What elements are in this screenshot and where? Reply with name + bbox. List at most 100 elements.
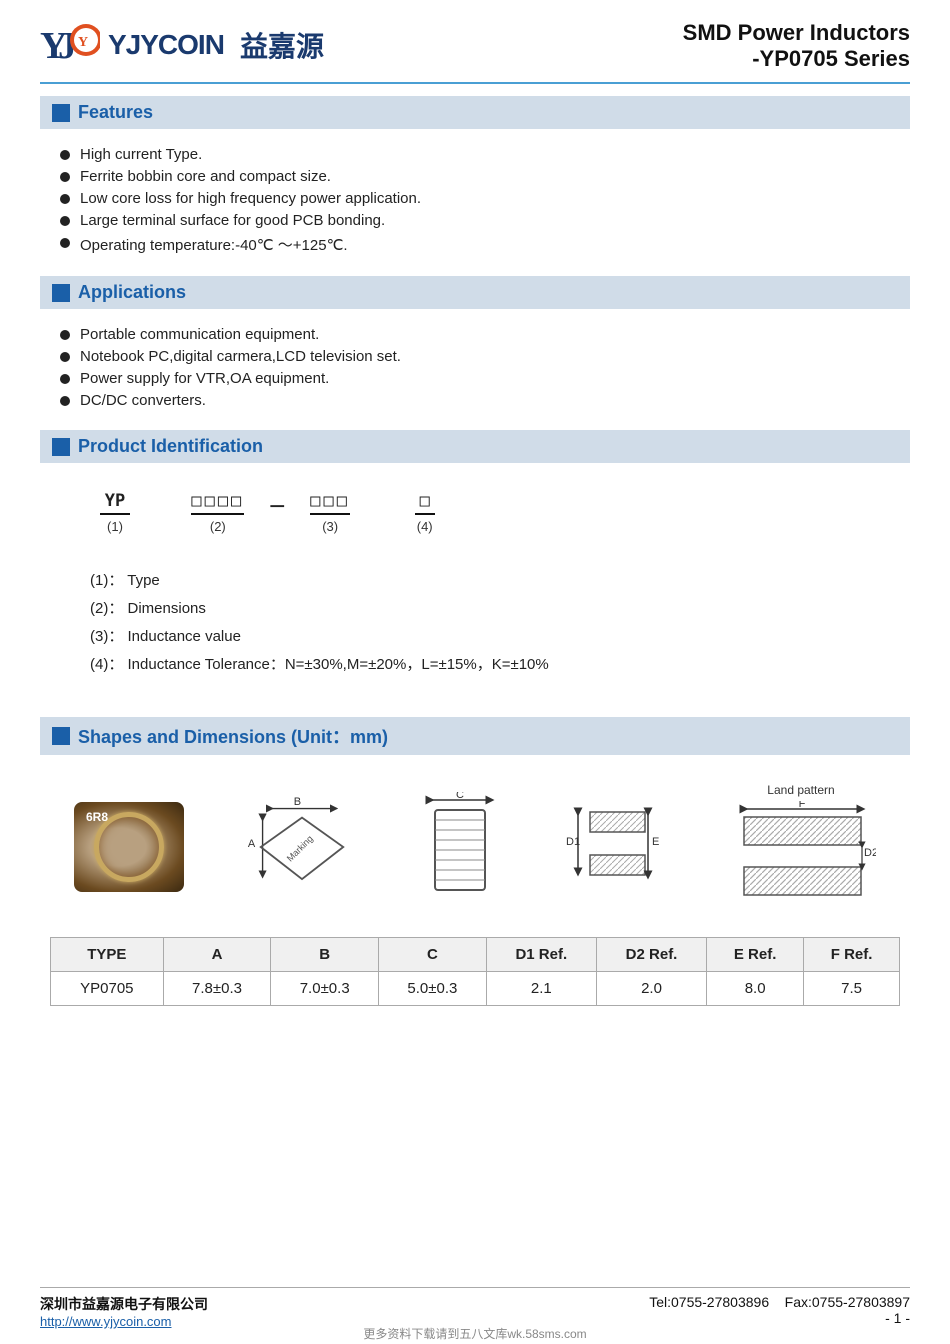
col-header-f: F Ref. [804, 938, 900, 972]
features-icon [52, 104, 70, 122]
dimensions-table: TYPE A B C D1 Ref. D2 Ref. E Ref. F Ref.… [50, 937, 900, 1006]
col-header-d2: D2 Ref. [596, 938, 706, 972]
list-item: High current Type. [60, 146, 910, 163]
footer-page: - 1 - [649, 1310, 910, 1326]
sub-title: -YP0705 Series [683, 46, 910, 72]
list-item: Low core loss for high frequency power a… [60, 190, 910, 207]
cell-a: 7.8±0.3 [163, 972, 271, 1006]
c-shape-svg: C [420, 792, 500, 902]
bullet-dot [60, 238, 70, 248]
shapes-section-header: Shapes and Dimensions (Unit：mm) [40, 717, 910, 755]
col-header-c: C [379, 938, 487, 972]
land-pattern-svg: F D2 [726, 801, 876, 911]
col-header-d1: D1 Ref. [486, 938, 596, 972]
code-part-yp: YP [100, 491, 130, 515]
list-item: Large terminal surface for good PCB bond… [60, 212, 910, 229]
svg-text:A: A [248, 838, 256, 850]
code-label-4: (4) [417, 519, 433, 534]
col-header-type: TYPE [51, 938, 164, 972]
coil-label: 6R8 [86, 810, 108, 824]
logo-icon: Y J Y [40, 20, 100, 70]
company-name: 深圳市益嘉源电子有限公司 [40, 1294, 208, 1314]
top-view-svg: B A Marking [242, 792, 362, 902]
list-item: Portable communication equipment. [60, 326, 910, 343]
code-part-4: □ [415, 491, 435, 515]
code-label-1: (1) [107, 519, 123, 534]
bullet-dot [60, 150, 70, 160]
svg-text:B: B [294, 796, 301, 808]
features-title: Features [78, 102, 153, 123]
code-part-2: □□□□ [191, 491, 244, 515]
shapes-title: Shapes and Dimensions (Unit：mm) [78, 723, 388, 749]
top-view-diagram: B A Marking [242, 792, 362, 902]
code-dash: － [268, 491, 286, 519]
bullet-dot [60, 216, 70, 226]
applications-icon [52, 284, 70, 302]
product-id-content: YP (1) □□□□ (2) － □□□ (3) □ (4) [40, 471, 910, 705]
bullet-dot [60, 396, 70, 406]
cell-type: YP0705 [51, 972, 164, 1006]
logo-area: Y J Y YJYCOIN 益嘉源 [40, 20, 324, 70]
cell-f: 7.5 [804, 972, 900, 1006]
list-item: (2)： Dimensions [90, 597, 880, 618]
footer: 深圳市益嘉源电子有限公司 http://www.yjycoin.com Tel:… [40, 1287, 910, 1329]
coil-photo-diagram: 6R8 [74, 802, 184, 892]
shapes-icon [52, 727, 70, 745]
product-id-icon [52, 438, 70, 456]
cell-b: 7.0±0.3 [271, 972, 379, 1006]
svg-text:F: F [799, 801, 806, 810]
svg-text:D2: D2 [864, 847, 876, 859]
diagrams-row: 6R8 B A Marking [50, 773, 900, 921]
code-spacer [154, 496, 167, 514]
applications-title: Applications [78, 282, 186, 303]
applications-section-header: Applications [40, 276, 910, 309]
code-label-2: (2) [210, 519, 226, 534]
main-title: SMD Power Inductors [683, 20, 910, 46]
side-view-svg: D1 E [558, 797, 668, 897]
product-title-area: SMD Power Inductors -YP0705 Series [683, 20, 910, 72]
logo-chinese-text: 益嘉源 [240, 25, 324, 65]
bullet-dot [60, 194, 70, 204]
bullet-dot [60, 374, 70, 384]
product-id-section-header: Product Identification [40, 430, 910, 463]
svg-text:C: C [456, 792, 464, 801]
bullet-dot [60, 330, 70, 340]
features-section-header: Features [40, 96, 910, 129]
svg-text:Y: Y [78, 35, 88, 50]
list-item: (3)： Inductance value [90, 625, 880, 646]
bullet-dot [60, 352, 70, 362]
svg-text:E: E [652, 836, 659, 848]
coil-photo: 6R8 [74, 802, 184, 892]
c-shape-diagram: C [420, 792, 500, 902]
list-item: DC/DC converters. [60, 392, 910, 409]
product-id-desc-list: (1)： Type (2)： Dimensions (3)： Inductanc… [70, 558, 880, 685]
cell-d2: 2.0 [596, 972, 706, 1006]
svg-text:Marking: Marking [285, 833, 315, 863]
table-row: YP0705 7.8±0.3 7.0±0.3 5.0±0.3 2.1 2.0 8… [51, 972, 900, 1006]
col-header-b: B [271, 938, 379, 972]
footer-right: Tel:0755-27803896 Fax:0755-27803897 - 1 … [649, 1294, 910, 1326]
watermark: 更多资料下载请到五八文库wk.58sms.com [363, 1325, 586, 1342]
features-list: High current Type. Ferrite bobbin core a… [40, 137, 910, 264]
list-item: (4)： Inductance Tolerance：N=±30%,M=±20%，… [90, 653, 880, 674]
table-header-row: TYPE A B C D1 Ref. D2 Ref. E Ref. F Ref. [51, 938, 900, 972]
footer-tel: Tel:0755-27803896 [649, 1294, 769, 1310]
footer-fax: Fax:0755-27803897 [785, 1294, 910, 1310]
list-item: Power supply for VTR,OA equipment. [60, 370, 910, 387]
code-part-3: □□□ [310, 491, 350, 515]
list-item: Notebook PC,digital carmera,LCD televisi… [60, 348, 910, 365]
cell-e: 8.0 [707, 972, 804, 1006]
land-pattern-diagram: Land pattern F [726, 783, 876, 911]
svg-text:D1: D1 [566, 836, 580, 848]
list-item: (1)： Type [90, 569, 880, 590]
code-label-3: (3) [322, 519, 338, 534]
list-item: Ferrite bobbin core and compact size. [60, 168, 910, 185]
land-pattern-label: Land pattern [767, 783, 834, 797]
col-header-a: A [163, 938, 271, 972]
side-view-diagram: D1 E [558, 797, 668, 897]
col-header-e: E Ref. [707, 938, 804, 972]
shapes-content: 6R8 B A Marking [40, 763, 910, 1016]
website-link[interactable]: http://www.yjycoin.com [40, 1314, 208, 1329]
code-spacer2 [374, 496, 391, 513]
footer-left: 深圳市益嘉源电子有限公司 http://www.yjycoin.com [40, 1294, 208, 1329]
